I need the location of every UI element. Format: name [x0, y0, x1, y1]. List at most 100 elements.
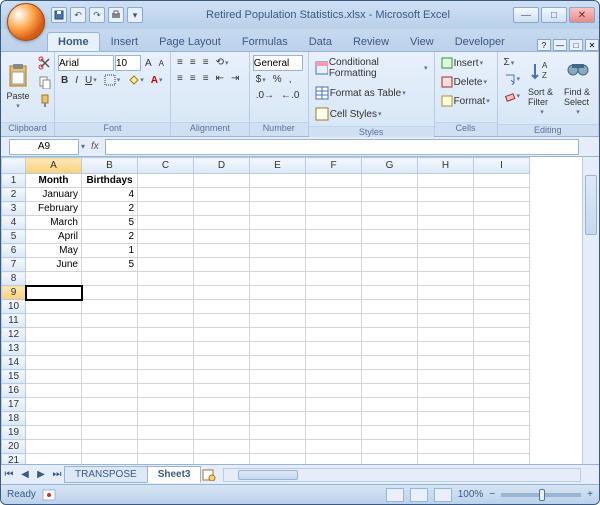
tab-view[interactable]: View — [400, 33, 444, 51]
cell-D10[interactable] — [194, 300, 250, 314]
cell-E18[interactable] — [250, 412, 306, 426]
column-header-B[interactable]: B — [82, 158, 138, 174]
cell-E16[interactable] — [250, 384, 306, 398]
fx-button[interactable]: fx — [87, 141, 103, 152]
cell-A20[interactable] — [26, 440, 82, 454]
cell-E4[interactable] — [250, 216, 306, 230]
cell-I1[interactable] — [474, 174, 530, 188]
decrease-indent-button[interactable]: ⇤ — [213, 71, 227, 86]
cell-G18[interactable] — [362, 412, 418, 426]
copy-button[interactable] — [35, 73, 55, 91]
row-header-13[interactable]: 13 — [2, 342, 26, 356]
cell-B20[interactable] — [82, 440, 138, 454]
cell-F13[interactable] — [306, 342, 362, 356]
font-name-combo[interactable] — [58, 55, 114, 71]
cell-A6[interactable]: May — [26, 244, 82, 258]
cell-E17[interactable] — [250, 398, 306, 412]
cell-E20[interactable] — [250, 440, 306, 454]
cell-A4[interactable]: March — [26, 216, 82, 230]
tab-insert[interactable]: Insert — [101, 33, 149, 51]
sheet-tab-transpose[interactable]: TRANSPOSE — [64, 466, 148, 483]
cell-F9[interactable] — [306, 286, 362, 300]
cell-F10[interactable] — [306, 300, 362, 314]
cell-I8[interactable] — [474, 272, 530, 286]
cell-C16[interactable] — [138, 384, 194, 398]
cell-H1[interactable] — [418, 174, 474, 188]
ribbon-help-icon[interactable]: ? — [537, 39, 551, 51]
cell-H19[interactable] — [418, 426, 474, 440]
cell-F11[interactable] — [306, 314, 362, 328]
cell-A3[interactable]: February — [26, 202, 82, 216]
name-box[interactable] — [9, 139, 79, 155]
cell-G19[interactable] — [362, 426, 418, 440]
cell-D19[interactable] — [194, 426, 250, 440]
cell-G2[interactable] — [362, 188, 418, 202]
cell-H9[interactable] — [418, 286, 474, 300]
cell-E9[interactable] — [250, 286, 306, 300]
cell-C2[interactable] — [138, 188, 194, 202]
cell-A12[interactable] — [26, 328, 82, 342]
cell-A2[interactable]: January — [26, 188, 82, 202]
row-header-15[interactable]: 15 — [2, 370, 26, 384]
cell-G3[interactable] — [362, 202, 418, 216]
cell-H13[interactable] — [418, 342, 474, 356]
cell-F20[interactable] — [306, 440, 362, 454]
row-header-5[interactable]: 5 — [2, 230, 26, 244]
cell-D17[interactable] — [194, 398, 250, 412]
find-select-button[interactable]: Find & Select▾ — [561, 55, 595, 121]
vertical-scrollbar[interactable] — [582, 157, 599, 464]
cell-E2[interactable] — [250, 188, 306, 202]
cell-A13[interactable] — [26, 342, 82, 356]
next-sheet-button[interactable]: ▶ — [33, 467, 49, 483]
shrink-font-button[interactable]: A — [156, 57, 167, 70]
doc-minimize-button[interactable]: — — [553, 39, 567, 51]
cell-C11[interactable] — [138, 314, 194, 328]
underline-button[interactable]: U▾ — [82, 73, 100, 88]
autosum-button[interactable]: Σ▾ — [501, 55, 524, 70]
column-header-H[interactable]: H — [418, 158, 474, 174]
cell-F6[interactable] — [306, 244, 362, 258]
row-header-9[interactable]: 9 — [2, 286, 26, 300]
cell-D16[interactable] — [194, 384, 250, 398]
cell-F18[interactable] — [306, 412, 362, 426]
cell-E5[interactable] — [250, 230, 306, 244]
undo-icon[interactable]: ↶ — [70, 7, 86, 23]
cell-A10[interactable] — [26, 300, 82, 314]
cell-B19[interactable] — [82, 426, 138, 440]
cell-A7[interactable]: June — [26, 258, 82, 272]
align-left-button[interactable]: ≡ — [174, 71, 186, 86]
border-button[interactable]: ▾ — [101, 72, 124, 88]
cell-H20[interactable] — [418, 440, 474, 454]
format-cells-button[interactable]: Format▾ — [438, 93, 493, 109]
cell-B4[interactable]: 5 — [82, 216, 138, 230]
cell-B18[interactable] — [82, 412, 138, 426]
cell-B3[interactable]: 2 — [82, 202, 138, 216]
cell-I7[interactable] — [474, 258, 530, 272]
cell-C10[interactable] — [138, 300, 194, 314]
cell-H5[interactable] — [418, 230, 474, 244]
cell-C13[interactable] — [138, 342, 194, 356]
cell-A1[interactable]: Month — [26, 174, 82, 188]
column-header-D[interactable]: D — [194, 158, 250, 174]
cell-F16[interactable] — [306, 384, 362, 398]
percent-button[interactable]: % — [270, 72, 285, 87]
zoom-knob[interactable] — [539, 489, 545, 501]
cell-D21[interactable] — [194, 454, 250, 465]
row-header-17[interactable]: 17 — [2, 398, 26, 412]
cell-D14[interactable] — [194, 356, 250, 370]
cell-C6[interactable] — [138, 244, 194, 258]
cell-E6[interactable] — [250, 244, 306, 258]
grow-font-button[interactable]: A — [142, 56, 155, 71]
cell-E1[interactable] — [250, 174, 306, 188]
cell-D4[interactable] — [194, 216, 250, 230]
cell-F12[interactable] — [306, 328, 362, 342]
cell-I3[interactable] — [474, 202, 530, 216]
cell-A17[interactable] — [26, 398, 82, 412]
row-header-21[interactable]: 21 — [2, 454, 26, 465]
cell-D6[interactable] — [194, 244, 250, 258]
macro-record-icon[interactable] — [42, 489, 56, 501]
cell-I10[interactable] — [474, 300, 530, 314]
cell-C19[interactable] — [138, 426, 194, 440]
cell-H3[interactable] — [418, 202, 474, 216]
row-header-16[interactable]: 16 — [2, 384, 26, 398]
